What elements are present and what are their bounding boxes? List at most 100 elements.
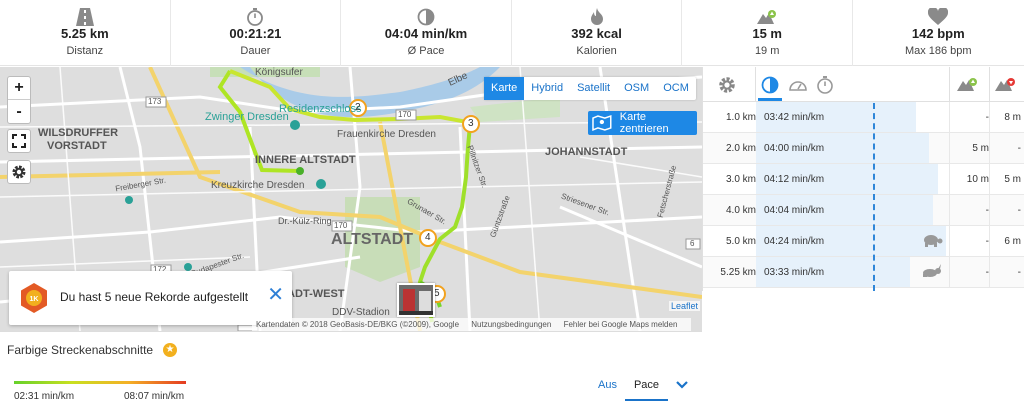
map-settings-button[interactable] <box>7 160 31 184</box>
chevron-down-icon[interactable] <box>674 377 690 393</box>
record-badge-icon: 1K <box>21 283 47 313</box>
split-elevation-down: 5 m <box>1004 174 1021 185</box>
elevation-up-icon[interactable] <box>957 75 979 93</box>
split-row[interactable]: 2.0 km 04:00 min/km 5 m - <box>703 133 1024 164</box>
elevation-up-icon <box>757 10 777 24</box>
split-elevation-up: - <box>985 236 989 247</box>
report-error-link[interactable]: Fehler bei Google Maps melden <box>564 320 678 329</box>
route-photo-thumbnail[interactable] <box>397 283 435 317</box>
elevation-down-icon[interactable] <box>995 75 1017 93</box>
flame-icon <box>590 8 603 25</box>
legend-max-pace: 08:07 min/km <box>124 391 185 402</box>
route-map[interactable]: Königsufer Residenzschloss Zwinger Dresd… <box>0 67 702 331</box>
split-row[interactable]: 1.0 km 03:42 min/km - 8 m <box>703 102 1024 133</box>
attribution-text: Kartendaten © 2018 GeoBasis-DE/BKG (©200… <box>256 320 460 329</box>
route-marker-4[interactable]: 4 <box>425 232 431 243</box>
gear-icon <box>12 165 26 179</box>
split-row[interactable]: 5.25 km 03:33 min/km - - <box>703 257 1024 288</box>
stopwatch-icon[interactable] <box>815 75 835 95</box>
stat-label: Max 186 bpm <box>904 45 972 57</box>
map-label: Königsufer <box>255 67 303 78</box>
terms-link[interactable]: Nutzungsbedingungen <box>471 320 551 329</box>
tab-pace[interactable]: Pace <box>624 379 669 401</box>
split-pace: 03:33 min/km <box>764 267 825 278</box>
split-distance: 5.0 km <box>725 236 756 247</box>
stat-label: Dauer <box>240 45 271 57</box>
legend-mode-tabs: Aus Pace <box>590 379 690 401</box>
split-elevation-down: - <box>1017 267 1021 278</box>
stat-value: 392 kcal <box>571 26 622 41</box>
layer-hybrid[interactable]: Hybrid <box>524 77 570 100</box>
close-icon[interactable]: ✕ <box>267 282 284 307</box>
split-elevation-up: 10 m <box>966 174 989 185</box>
split-distance: 5.25 km <box>720 267 756 278</box>
center-map-button[interactable]: Karte zentrieren <box>588 111 697 135</box>
pace-gauge-icon[interactable] <box>760 75 780 95</box>
map-layer-switcher: Karte Hybrid Satellit OSM OCM <box>484 77 696 100</box>
speedometer-icon[interactable] <box>788 75 808 95</box>
road-number: 170 <box>398 110 412 119</box>
zoom-control: + - <box>7 76 31 124</box>
map-label: Dr.-Külz-Ring <box>278 216 332 226</box>
map-label: Zwinger Dresden <box>205 111 289 123</box>
map-label: Frauenkirche Dresden <box>337 129 436 140</box>
stat-elevation: 15 m 19 m <box>682 0 853 66</box>
split-elevation-up: - <box>985 112 989 123</box>
route-marker-2[interactable]: 2 <box>355 102 361 113</box>
stat-value: 5.25 km <box>60 26 109 41</box>
stat-heart-rate: 142 bpm Max 186 bpm <box>853 0 1024 66</box>
split-elevation-down: 6 m <box>1004 236 1021 247</box>
layer-osm[interactable]: OSM <box>617 77 656 100</box>
zoom-out-button[interactable]: - <box>8 100 30 123</box>
split-row[interactable]: 5.0 km 04:24 min/km - 6 m <box>703 226 1024 257</box>
leaflet-link[interactable]: Leaflet <box>668 301 700 311</box>
road-number: 173 <box>148 97 162 106</box>
stats-bar: 5.25 km Distanz 00:21:21 Dauer 04:04 min… <box>0 0 1024 66</box>
stat-label: Kalorien <box>576 45 617 57</box>
route-color-legend: Farbige Streckenabschnitte ★ 02:31 min/k… <box>0 331 702 416</box>
stat-pace: 04:04 min/km Ø Pace <box>341 0 512 66</box>
turtle-icon <box>921 233 943 250</box>
zoom-in-button[interactable]: + <box>8 77 30 100</box>
map-label: JOHANNSTADT <box>545 146 628 158</box>
layer-satellit[interactable]: Satellit <box>570 77 617 100</box>
legend-min-pace: 02:31 min/km <box>14 391 75 402</box>
split-elevation-down: - <box>1017 143 1021 154</box>
map-center-icon <box>592 115 612 131</box>
center-map-label: Karte zentrieren <box>619 111 669 135</box>
pace-gauge-icon <box>417 8 435 26</box>
stat-label: Distanz <box>66 45 104 57</box>
layer-karte[interactable]: Karte <box>484 77 525 100</box>
split-distance: 2.0 km <box>725 143 756 154</box>
split-pace: 04:04 min/km <box>764 205 825 216</box>
fullscreen-icon <box>12 134 26 148</box>
stat-duration: 00:21:21 Dauer <box>171 0 342 66</box>
stat-value: 00:21:21 <box>229 26 282 41</box>
fullscreen-button[interactable] <box>7 129 31 153</box>
split-pace: 03:42 min/km <box>764 112 825 123</box>
tab-aus[interactable]: Aus <box>590 379 625 401</box>
stat-value: 142 bpm <box>911 26 965 41</box>
records-message: Du hast 5 neue Rekorde aufgestellt <box>60 290 249 304</box>
route-marker-3[interactable]: 3 <box>468 118 474 129</box>
pace-gradient-bar <box>14 381 186 384</box>
split-pace: 04:24 min/km <box>764 236 825 247</box>
road-number: 6 <box>690 239 695 248</box>
road-icon <box>75 8 94 26</box>
rabbit-icon <box>921 264 943 281</box>
map-label: WILSDRUFFER <box>38 127 119 139</box>
split-row[interactable]: 4.0 km 04:04 min/km - - <box>703 195 1024 226</box>
split-distance: 4.0 km <box>725 205 756 216</box>
map-label: INNERE ALTSTADT <box>255 154 356 166</box>
split-pace: 04:12 min/km <box>764 174 825 185</box>
stat-distance: 5.25 km Distanz <box>0 0 171 66</box>
map-label: VORSTADT <box>47 140 107 152</box>
split-distance: 1.0 km <box>725 112 756 123</box>
map-label: ALTSTADT <box>331 231 414 248</box>
split-row[interactable]: 3.0 km 04:12 min/km 10 m 5 m <box>703 164 1024 195</box>
layer-ocm[interactable]: OCM <box>656 77 696 100</box>
gear-icon[interactable] <box>717 75 737 95</box>
records-notification: 1K Du hast 5 neue Rekorde aufgestellt ✕ <box>9 271 292 325</box>
split-elevation-up: 5 m <box>972 143 989 154</box>
split-elevation-up: - <box>985 205 989 216</box>
